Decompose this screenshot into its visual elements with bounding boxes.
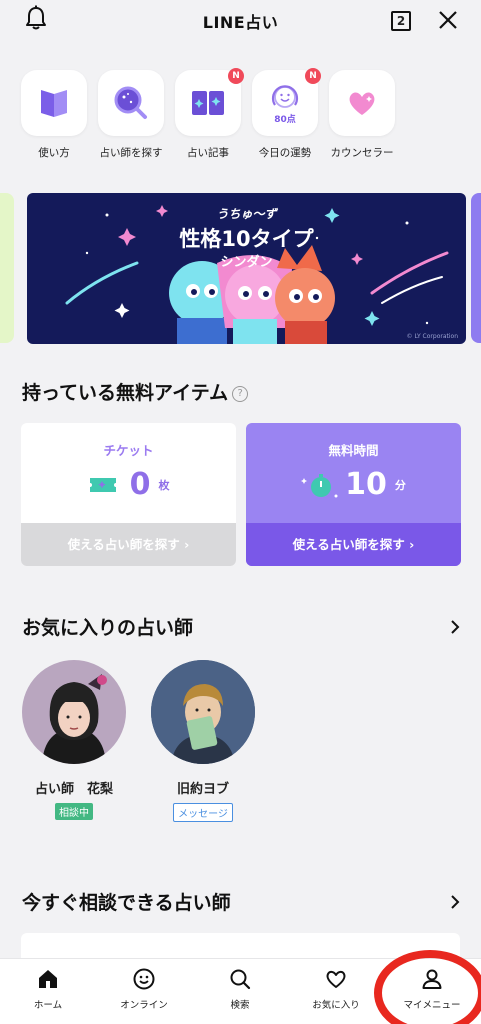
- available-now-section-title: 今すぐ相談できる占い師: [22, 892, 231, 914]
- free-time-value: 10: [345, 467, 387, 502]
- new-badge: N: [305, 68, 321, 84]
- person-icon: [422, 969, 442, 989]
- ticket-count: 0: [129, 467, 151, 502]
- quick-menu: 使い方 占い師を探す N 占い記事 80点 N 今日の運勢 カウンセラー: [0, 68, 481, 165]
- ticket-heading: チケット: [103, 443, 154, 458]
- nav-label: マイメニュー: [403, 1000, 461, 1011]
- book-icon: [41, 90, 67, 117]
- status-badge: 相談中: [55, 803, 93, 820]
- nav-my-menu[interactable]: マイメニュー: [384, 967, 480, 1011]
- quick-icon-box: N: [175, 68, 244, 136]
- quick-label: 占い記事: [187, 147, 229, 159]
- quick-item-counselor[interactable]: カウンセラー: [322, 70, 402, 160]
- banner-title-katakana: シンダン: [220, 255, 273, 270]
- free-time-unit: 分: [394, 478, 406, 492]
- nav-label: ホーム: [33, 1000, 63, 1011]
- bottom-navigation: ホーム オンライン 検索 お気に入り マイメニュー: [0, 958, 481, 1024]
- quick-icon-box: [329, 70, 395, 136]
- nav-online[interactable]: オンライン: [96, 967, 192, 1011]
- quick-label: 占い師を探す: [99, 147, 163, 159]
- free-time-heading: 無料時間: [328, 443, 379, 458]
- quick-icon-box: [21, 70, 87, 136]
- promo-banner[interactable]: うちゅ〜ず 性格10タイプ シンダン © LY Corporation: [27, 193, 466, 344]
- banner-prev-peek[interactable]: [0, 193, 14, 343]
- chevron-right-icon[interactable]: [448, 895, 462, 909]
- quick-label: カウンセラー: [330, 147, 394, 159]
- favorites-section-title: お気に入りの占い師: [22, 617, 194, 639]
- quick-item-todays-fortune[interactable]: 80点 N 今日の運勢: [245, 68, 325, 160]
- favorite-fortune-teller[interactable]: 旧約ヨブ メッセージ: [148, 660, 258, 822]
- ticket-value-row: 0枚: [21, 467, 236, 507]
- stopwatch-icon: [301, 473, 338, 497]
- quick-label: 使い方: [38, 147, 70, 159]
- avatar: [151, 660, 255, 764]
- quick-item-how-to[interactable]: 使い方: [14, 70, 94, 160]
- status-badge: メッセージ: [173, 803, 233, 822]
- crystal-ball-search-icon: [114, 86, 147, 119]
- banner-copyright: © LY Corporation: [406, 333, 458, 340]
- smile-icon: [133, 968, 155, 990]
- nav-label: お気に入り: [312, 1000, 360, 1011]
- free-items-section-title: 持っている無料アイテム?: [22, 378, 249, 405]
- quick-label: 今日の運勢: [258, 147, 312, 159]
- quick-item-articles[interactable]: N 占い記事: [168, 68, 248, 160]
- quick-icon-box: 80点 N: [252, 68, 321, 136]
- chevron-right-icon[interactable]: [448, 620, 462, 634]
- nav-search[interactable]: 検索: [192, 967, 288, 1011]
- new-badge: N: [228, 68, 244, 84]
- fortune-teller-name: 旧約ヨブ: [176, 782, 229, 797]
- ticket-find-fortune-teller-button[interactable]: 使える占い師を探す ›: [21, 523, 236, 566]
- ticket-unit: 枚: [158, 478, 170, 492]
- avatar-photo-kyuyaku-yobu: [151, 660, 255, 764]
- favorite-fortune-teller[interactable]: 占い師 花梨 相談中: [19, 660, 129, 820]
- nav-home[interactable]: ホーム: [0, 967, 96, 1011]
- ticket-card: チケット 0枚 使える占い師を探す ›: [21, 423, 236, 566]
- nav-label: 検索: [230, 1000, 250, 1011]
- nav-label: オンライン: [120, 1000, 168, 1011]
- fortune-score: 80点: [274, 115, 296, 125]
- banner-next-peek[interactable]: [471, 193, 481, 343]
- heart-outline-icon: [326, 970, 346, 988]
- close-icon[interactable]: [436, 8, 460, 32]
- top-header: LINE占い 2: [0, 0, 481, 40]
- heart-icon: [349, 92, 375, 115]
- nav-favorites[interactable]: お気に入り: [288, 967, 384, 1011]
- banner-subtitle: うちゅ〜ず: [216, 207, 277, 221]
- search-icon: [230, 969, 251, 990]
- free-items-title: 持っている無料アイテム: [22, 382, 229, 404]
- avatar: [22, 660, 126, 764]
- free-time-value-row: 10 分: [246, 467, 461, 507]
- avatar-photo-karin: [42, 674, 107, 764]
- fortune-teller-name: 占い師 花梨: [34, 782, 113, 797]
- help-icon[interactable]: ?: [232, 385, 249, 402]
- quick-icon-box: [98, 70, 164, 136]
- free-time-find-fortune-teller-button[interactable]: 使える占い師を探す ›: [246, 523, 461, 566]
- quick-item-find-fortune-teller[interactable]: 占い師を探す: [91, 70, 171, 160]
- free-time-card: 無料時間 10 分 使える占い師を探す ›: [246, 423, 461, 566]
- ticket-icon: [89, 477, 116, 492]
- banner-title: 性格10タイプ: [179, 227, 314, 251]
- home-icon: [39, 970, 57, 988]
- tab-count-button[interactable]: 2: [391, 11, 411, 31]
